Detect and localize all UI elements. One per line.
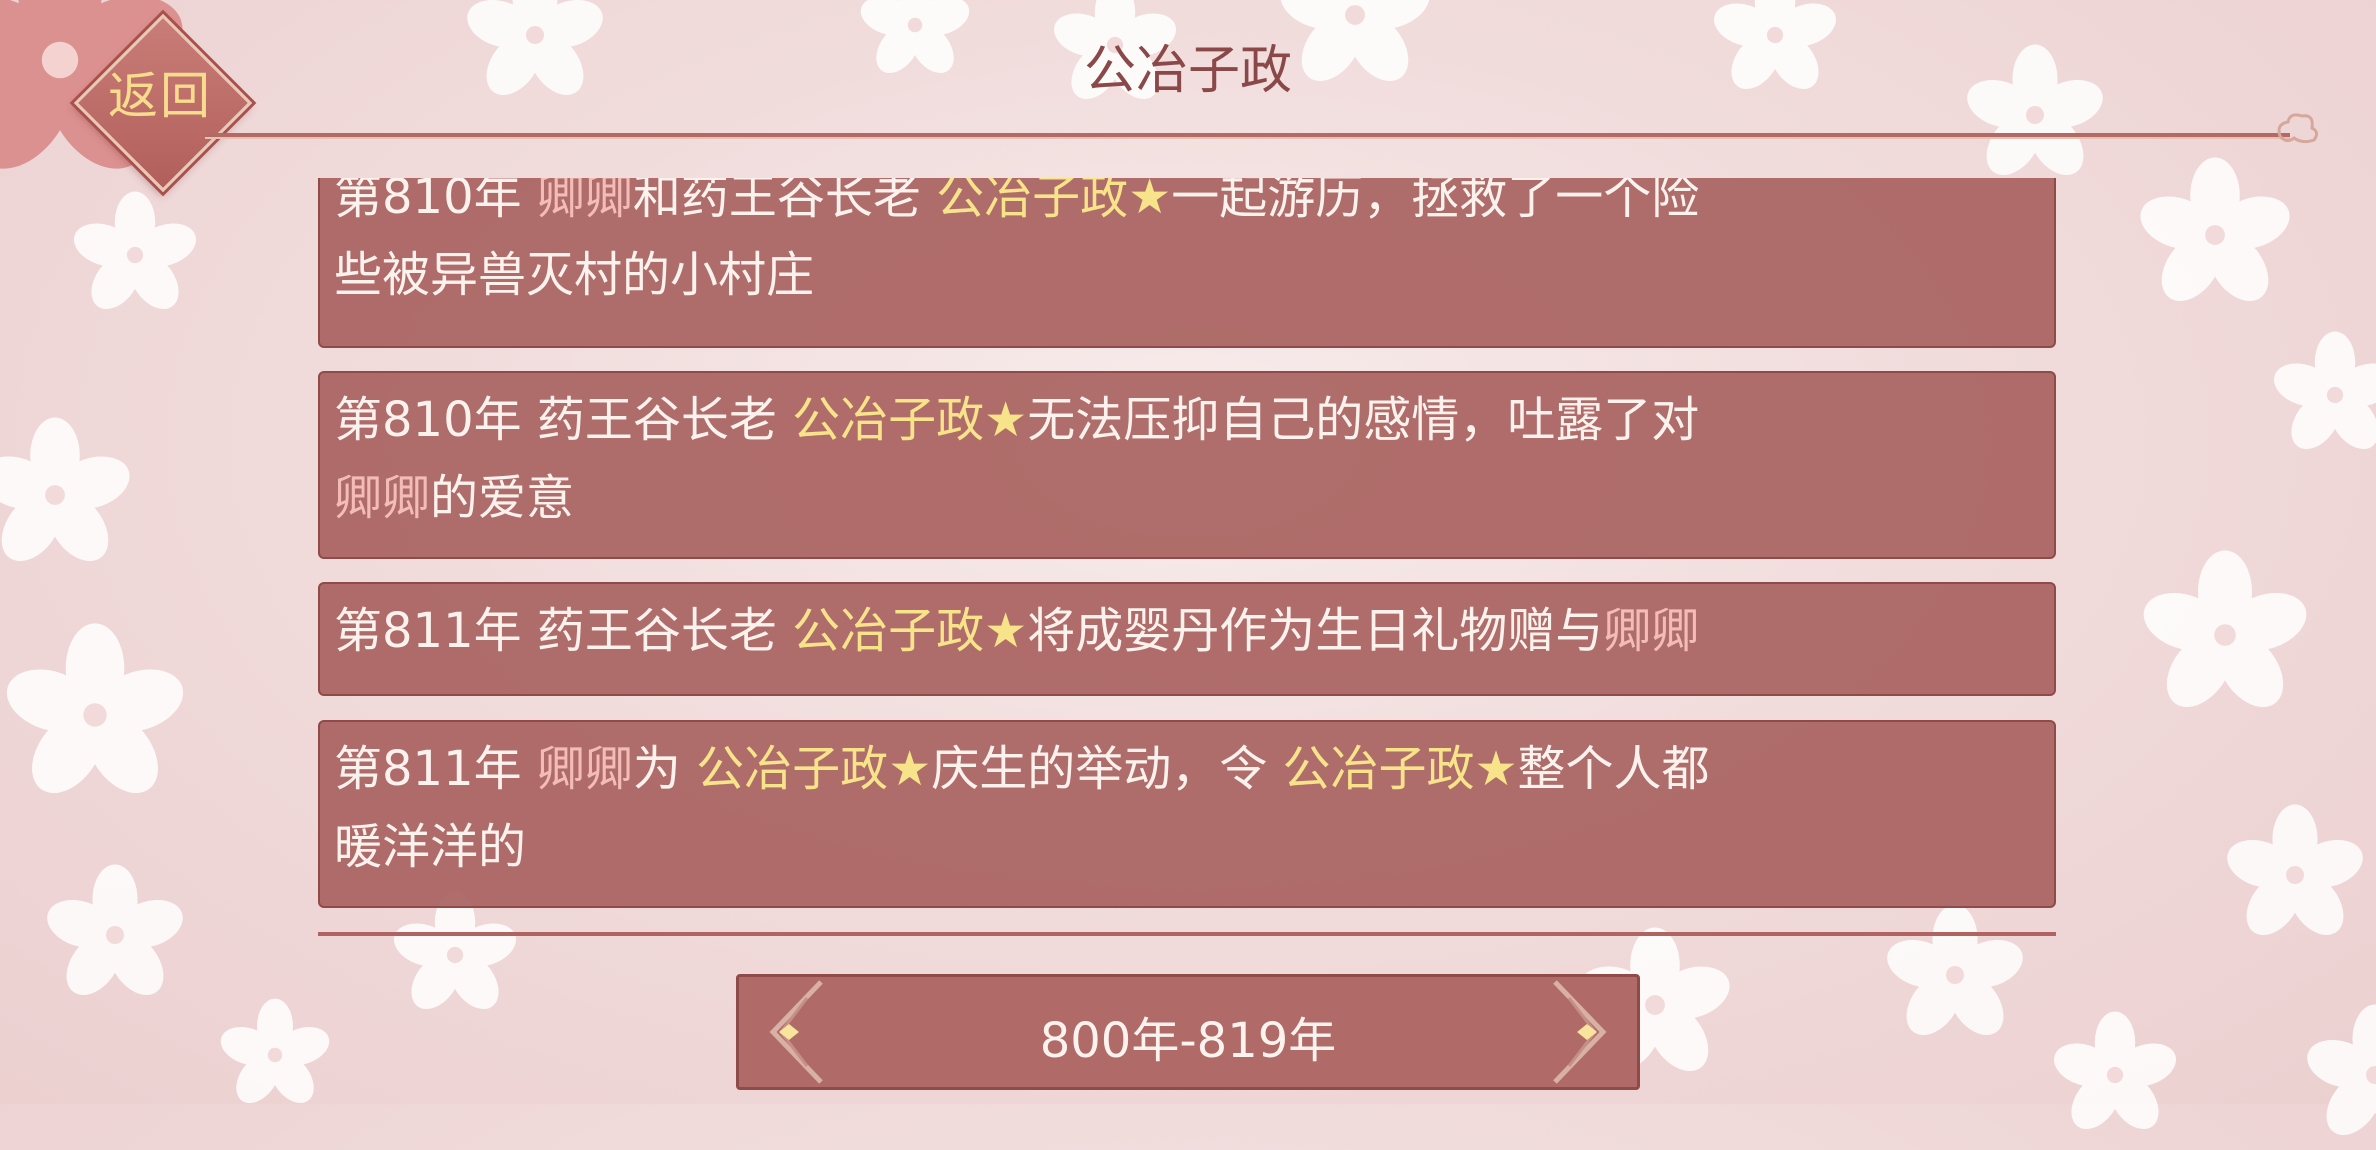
event-text: 第811年 [334,741,537,797]
event-text: 庆生的举动，令 [931,741,1282,797]
flower-icon [68,188,203,323]
event-text: 第810年 [334,178,537,225]
event-text: 和药王谷长老 [633,178,936,225]
flower-icon [2220,800,2370,950]
flower-icon [2300,1000,2376,1150]
player-name: 卿卿 [537,741,633,797]
list-bottom-divider [318,932,2056,936]
event-text: 的爱意 [430,470,574,526]
flower-icon [0,618,193,813]
event-text: 为 [633,741,696,797]
event-text: 整个人都 [1518,741,1710,797]
flower-icon [215,995,335,1115]
cloud-ornament-icon [2272,110,2322,150]
event-text: 第811年 药王谷长老 [334,603,792,659]
flower-icon [40,860,190,1010]
event-card: 第810年 药王谷长老 公冶子政★无法压抑自己的感情，吐露了对卿卿的爱意 [318,371,2056,559]
player-name: 卿卿 [537,178,633,225]
event-list[interactable]: 第810年 卿卿和药王谷长老 公冶子政★一起游历，拯救了一个险些被异兽灭村的小村… [318,178,2058,940]
flower-icon [2048,1008,2183,1143]
page-title: 公冶子政 [0,28,2376,103]
year-range-label: 800年-819年 [739,1001,1637,1071]
event-card: 第811年 卿卿为 公冶子政★庆生的举动，令 公冶子政★整个人都暖洋洋的 [318,720,2056,908]
flower-icon [2268,328,2376,463]
flower-icon [2135,545,2315,725]
event-card: 第811年 药王谷长老 公冶子政★将成婴丹作为生日礼物赠与卿卿 [318,582,2056,696]
character-name: 公冶子政★ [696,741,931,797]
event-card: 第810年 卿卿和药王谷长老 公冶子政★一起游历，拯救了一个险些被异兽灭村的小村… [318,178,2056,348]
event-text: 第810年 药王谷长老 [334,392,792,448]
event-text: 些被异兽灭村的小村庄 [334,247,814,303]
ornament-arrow-right-icon[interactable] [1537,974,1617,1090]
header-divider [205,133,2290,139]
flower-icon [2133,153,2298,318]
player-name: 卿卿 [1603,603,1699,659]
event-text: 无法压抑自己的感情，吐露了对 [1027,392,1699,448]
character-name: 公冶子政★ [1282,741,1517,797]
year-range-selector[interactable]: 800年-819年 [736,974,1640,1090]
player-name: 卿卿 [334,470,430,526]
event-text: 将成婴丹作为生日礼物赠与 [1027,603,1603,659]
character-name: 公冶子政★ [792,392,1027,448]
flower-icon [0,413,138,578]
event-text: 暖洋洋的 [334,819,526,875]
character-name: 公冶子政★ [936,178,1171,225]
event-text: 一起游历，拯救了一个险 [1171,178,1699,225]
character-name: 公冶子政★ [792,603,1027,659]
